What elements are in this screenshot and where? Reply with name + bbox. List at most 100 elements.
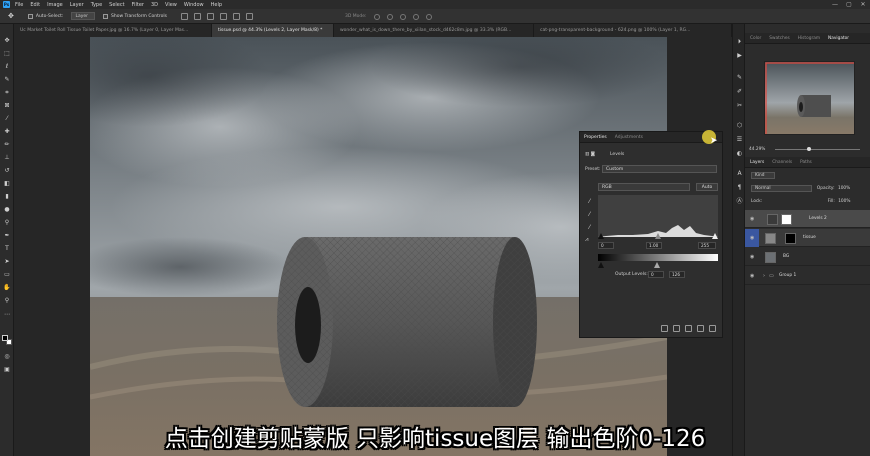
visibility-eye-icon[interactable]: ◉ <box>750 254 754 260</box>
preset-dropdown[interactable]: Custom <box>602 165 717 173</box>
brush-tool-icon[interactable]: ✏ <box>3 142 11 148</box>
align-center-icon[interactable] <box>193 12 201 20</box>
tab-toilet-roll[interactable]: Uc Market Toilet Roll Tissue Toilet Pape… <box>14 24 212 37</box>
eyedropper-tool-icon[interactable]: ⁄ <box>3 116 11 122</box>
align-right-icon[interactable] <box>206 12 214 20</box>
output-black-field[interactable]: 0 <box>648 271 664 278</box>
view-previous-icon[interactable] <box>673 325 680 332</box>
tab-color[interactable]: Color <box>750 36 761 41</box>
clip-to-layer-icon[interactable] <box>661 325 668 332</box>
menu-filter[interactable]: Filter <box>132 2 144 8</box>
layer-row-tissue[interactable]: ◉ tissue <box>745 229 870 247</box>
paragraph-icon[interactable]: ¶ <box>736 184 743 191</box>
tab-wonder-stock[interactable]: wonder_what_is_down_there_by_xiilan_stoc… <box>334 24 534 37</box>
align-bottom-icon[interactable] <box>245 12 253 20</box>
auto-button[interactable]: Auto <box>696 183 718 191</box>
auto-select-option[interactable]: Auto-Select: <box>27 13 63 19</box>
tab-histogram[interactable]: Histogram <box>798 36 820 41</box>
layer-name[interactable]: Levels 2 <box>809 216 827 221</box>
maximize-icon[interactable]: ▢ <box>842 0 856 9</box>
history-icon[interactable]: ⏵ <box>736 38 743 45</box>
frame-tool-icon[interactable]: ⊠ <box>3 103 11 109</box>
navigator-zoom-slider[interactable] <box>775 147 860 151</box>
blend-mode-dropdown[interactable]: Normal <box>751 185 812 192</box>
fill-value[interactable]: 100% <box>838 199 850 204</box>
gradient-tool-icon[interactable]: ▮ <box>3 194 11 200</box>
layer-name[interactable]: BG <box>783 254 789 259</box>
layer-name[interactable]: Group 1 <box>779 273 796 278</box>
clone-stamp-tool-icon[interactable]: ⊥ <box>3 155 11 161</box>
opacity-value[interactable]: 100% <box>838 186 850 191</box>
tab-adjustments[interactable]: Adjustments <box>615 135 643 140</box>
auto-select-checkbox[interactable] <box>27 13 33 19</box>
white-point-eyedropper-icon[interactable]: ⁄ <box>586 224 593 231</box>
close-icon[interactable]: ✕ <box>856 0 870 9</box>
more-tools-icon[interactable]: ⋯ <box>3 312 11 318</box>
layer-row-bg[interactable]: ◉ BG <box>745 248 870 266</box>
visibility-eye-icon[interactable]: ◉ <box>750 273 754 279</box>
align-top-icon[interactable] <box>219 12 227 20</box>
delete-icon[interactable] <box>709 325 716 332</box>
menu-window[interactable]: Window <box>184 2 204 8</box>
layer-kind-filter[interactable]: Kind <box>751 172 776 179</box>
input-sliders[interactable] <box>598 233 718 239</box>
visibility-eye-icon[interactable]: ◉ <box>750 235 754 241</box>
brushes-icon[interactable]: ✐ <box>736 88 743 95</box>
quick-select-tool-icon[interactable]: ✎ <box>3 77 11 83</box>
history-brush-tool-icon[interactable]: ↺ <box>3 168 11 174</box>
menu-file[interactable]: File <box>15 2 23 8</box>
type-tool-icon[interactable]: T <box>3 246 11 252</box>
navigator-zoom-value[interactable]: 44.29% <box>749 147 765 152</box>
brush-settings-icon[interactable]: ✎ <box>736 74 743 81</box>
input-black-field[interactable]: 0 <box>598 242 614 249</box>
lasso-tool-icon[interactable]: ℓ <box>3 64 11 70</box>
menu-3d[interactable]: 3D <box>151 2 158 8</box>
tissue-mask-thumbnail[interactable] <box>785 233 796 244</box>
blur-tool-icon[interactable]: ● <box>3 207 11 213</box>
layer-mask-thumbnail[interactable] <box>781 214 792 225</box>
align-left-icon[interactable] <box>180 12 188 20</box>
adjustments-panel-icon[interactable]: ☰ <box>736 136 743 143</box>
tab-layers[interactable]: Layers <box>750 160 764 165</box>
quick-mask-icon[interactable]: ◎ <box>3 354 11 360</box>
menu-view[interactable]: View <box>165 2 177 8</box>
tab-navigator[interactable]: Navigator <box>828 36 849 41</box>
zoom-slider-handle[interactable] <box>807 147 811 151</box>
input-white-field[interactable]: 255 <box>698 242 716 249</box>
hand-tool-icon[interactable]: ✋ <box>3 285 11 291</box>
shape-tool-icon[interactable]: ▭ <box>3 272 11 278</box>
menu-type[interactable]: Type <box>91 2 102 8</box>
tab-channels[interactable]: Channels <box>772 160 792 165</box>
group-expand-icon[interactable]: › <box>763 273 765 279</box>
3d-panel-icon[interactable]: ⬡ <box>736 122 743 129</box>
minimize-icon[interactable]: — <box>828 0 842 9</box>
menu-edit[interactable]: Edit <box>30 2 40 8</box>
menu-image[interactable]: Image <box>47 2 63 8</box>
glyphs-icon[interactable]: Ⓐ <box>736 198 743 205</box>
layer-row-group[interactable]: ◉ › ▭ Group 1 <box>745 267 870 285</box>
visibility-icon[interactable] <box>697 325 704 332</box>
crop-tool-icon[interactable]: ⌗ <box>3 90 11 96</box>
channel-dropdown[interactable]: RGB <box>598 183 690 191</box>
tab-properties[interactable]: Properties <box>584 135 607 140</box>
black-point-eyedropper-icon[interactable]: ⁄ <box>586 198 593 205</box>
pen-tool-icon[interactable]: ✒ <box>3 233 11 239</box>
3d-pan-icon[interactable] <box>399 13 406 20</box>
eraser-tool-icon[interactable]: ◧ <box>3 181 11 187</box>
color-swatches[interactable] <box>2 335 12 346</box>
3d-slide-icon[interactable] <box>412 13 419 20</box>
foreground-color[interactable] <box>2 335 8 341</box>
marquee-tool-icon[interactable]: ⬚ <box>3 51 11 57</box>
tab-paths[interactable]: Paths <box>800 160 812 165</box>
zoom-tool-icon[interactable]: ⚲ <box>3 298 11 304</box>
navigator-thumbnail[interactable] <box>764 61 855 135</box>
character-icon[interactable]: A <box>736 170 743 177</box>
layer-name[interactable]: tissue <box>803 235 816 240</box>
path-select-tool-icon[interactable]: ➤ <box>3 259 11 265</box>
menu-select[interactable]: Select <box>109 2 124 8</box>
3d-scale-icon[interactable] <box>425 13 432 20</box>
output-white-field[interactable]: 126 <box>669 271 685 278</box>
input-gamma-field[interactable]: 1.00 <box>646 242 662 249</box>
3d-roll-icon[interactable] <box>386 13 393 20</box>
visibility-eye-icon[interactable]: ◉ <box>750 216 754 222</box>
